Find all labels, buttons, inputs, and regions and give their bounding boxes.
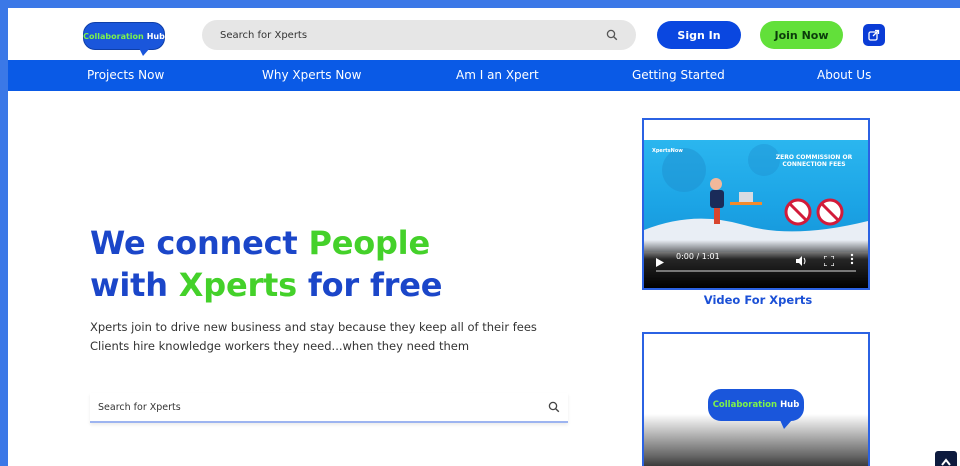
hero-line1-b: People — [308, 224, 430, 262]
hero-search-placeholder: Search for Xperts — [98, 401, 181, 413]
nav-getting-started[interactable]: Getting Started — [632, 60, 725, 91]
logo-word-2: Hub — [146, 31, 165, 41]
collaboration-hub-video-logo: Collaboration Hub — [708, 389, 804, 429]
video-label-xperts: Video For Xperts — [703, 293, 813, 307]
more-options-icon[interactable] — [850, 250, 854, 269]
video2-controls-fade — [644, 414, 868, 466]
play-icon[interactable] — [656, 252, 664, 271]
main-nav: Projects Now Why Xperts Now Am I an Xper… — [8, 60, 960, 91]
scroll-to-top-button[interactable] — [935, 451, 957, 466]
header-search-placeholder: Search for Xperts — [220, 29, 308, 41]
video-progress-bar[interactable] — [656, 270, 856, 272]
hero-line2-c: for free — [296, 266, 443, 304]
video-controls — [644, 240, 868, 288]
volume-icon[interactable] — [796, 251, 807, 270]
nav-why-xperts-now[interactable]: Why Xperts Now — [262, 60, 361, 91]
video2-logo-word-1: Collaboration — [712, 400, 778, 410]
video-brand-text: XpertsNow — [652, 148, 683, 154]
hero-search-input[interactable]: Search for Xperts — [90, 393, 568, 423]
video2-logo-word-2: Hub — [780, 400, 800, 410]
hero-subtitle-2: Clients hire knowledge workers they need… — [90, 339, 470, 353]
logo-word-1: Collaboration — [83, 31, 144, 41]
nav-projects-now[interactable]: Projects Now — [87, 60, 164, 91]
top-bar: Collaboration Hub Search for Xperts Sign… — [8, 8, 960, 60]
join-now-button[interactable]: Join Now — [760, 21, 843, 49]
video-headline: ZERO COMMISSION OR CONNECTION FEES — [775, 154, 853, 168]
video-player-collaboration-hub[interactable]: Collaboration Hub — [642, 332, 870, 466]
hero-subtitle-1: Xperts join to drive new business and st… — [90, 320, 537, 334]
video-time: 0:00 / 1:01 — [676, 252, 720, 261]
hero-line2-a: with — [90, 266, 179, 304]
header-search-input[interactable]: Search for Xperts — [202, 20, 636, 50]
page-frame: Collaboration Hub Search for Xperts Sign… — [8, 8, 960, 466]
search-icon[interactable] — [606, 29, 618, 41]
share-icon[interactable] — [863, 24, 885, 46]
hero-line2-b: Xperts — [178, 266, 297, 304]
hero-line1-a: We connect — [90, 224, 309, 262]
chevron-up-icon — [941, 458, 951, 466]
search-icon[interactable] — [548, 401, 560, 413]
sign-in-button[interactable]: Sign In — [657, 21, 741, 49]
nav-am-i-an-xpert[interactable]: Am I an Xpert — [456, 60, 539, 91]
nav-about-us[interactable]: About Us — [817, 60, 871, 91]
hero-headline: We connect People with Xperts for free — [90, 222, 442, 306]
video-top-strip — [644, 120, 868, 140]
collaboration-hub-logo[interactable]: Collaboration Hub — [83, 22, 165, 56]
fullscreen-icon[interactable] — [823, 251, 835, 270]
video-player-xperts[interactable]: XpertsNow ZERO COMMISSION OR CONNECTION … — [642, 118, 870, 290]
